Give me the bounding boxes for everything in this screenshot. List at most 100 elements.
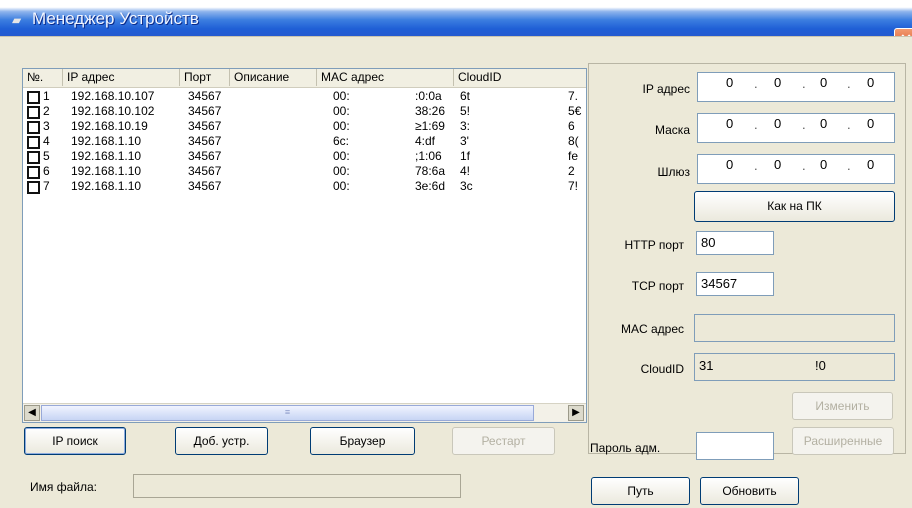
column-header-ip[interactable]: IP адрес <box>63 69 180 86</box>
change-button[interactable]: Изменить <box>792 392 893 420</box>
as-pc-button[interactable]: Как на ПК <box>694 191 895 222</box>
gateway-octet: 0 <box>820 157 828 172</box>
scroll-right-icon[interactable]: ▶ <box>568 405 584 421</box>
column-header-cloudid[interactable]: CloudID <box>454 69 586 86</box>
row-cloudid-start: 3: <box>460 119 471 133</box>
app-icon: ▰ <box>12 13 22 27</box>
row-mac-start: 00: <box>333 179 350 193</box>
list-header: №. IP адрес Порт Описание MAC адрес Clou… <box>23 69 586 88</box>
row-cloudid-start: 3' <box>460 134 469 148</box>
row-cloudid-start: 3c <box>460 179 473 193</box>
list-row[interactable]: 2 192.168.10.102 34567 00: 38:26 5! 5€ <box>23 104 586 119</box>
row-cloudid-end: 6 <box>568 119 575 133</box>
octet-separator: . <box>802 76 806 91</box>
http-port-label: HTTP порт <box>624 238 684 252</box>
row-mac-end: ;1:06 <box>415 149 442 163</box>
list-row[interactable]: 7 192.168.1.10 34567 00: 3e:6d 3c 7! <box>23 179 586 194</box>
row-checkbox[interactable] <box>27 136 40 149</box>
row-ip: 192.168.10.102 <box>71 104 155 118</box>
row-mac-end: 38:26 <box>415 104 446 118</box>
update-button[interactable]: Обновить <box>700 477 799 505</box>
row-checkbox[interactable] <box>27 181 40 194</box>
mask-octet: 0 <box>820 116 828 131</box>
octet-separator: . <box>847 76 851 91</box>
row-number: 5 <box>43 149 50 163</box>
row-mac-start: 6c: <box>333 134 350 148</box>
filename-field[interactable] <box>133 474 461 498</box>
title-bar[interactable]: ▰ Менеджер Устройств ✕ <box>0 0 912 50</box>
row-cloudid-start: 1f <box>460 149 471 163</box>
row-ip: 192.168.1.10 <box>71 164 142 178</box>
path-button[interactable]: Путь <box>591 477 690 505</box>
mac-address-field[interactable] <box>694 314 895 342</box>
filename-label: Имя файла: <box>30 480 97 494</box>
octet-separator: . <box>847 117 851 132</box>
row-cloudid-start: 4! <box>460 164 471 178</box>
column-header-description[interactable]: Описание <box>230 69 317 86</box>
cloudid-field[interactable]: 31 !0 <box>694 353 895 381</box>
list-row[interactable]: 5 192.168.1.10 34567 00: ;1:06 1f fe <box>23 149 586 164</box>
row-port: 34567 <box>188 149 222 163</box>
column-header-mac[interactable]: MAC адрес <box>317 69 454 86</box>
restart-button[interactable]: Рестарт <box>452 427 555 455</box>
mask-label: Маска <box>655 123 690 137</box>
scrollbar-thumb[interactable]: ≡ <box>41 405 534 421</box>
row-ip: 192.168.10.107 <box>71 89 155 103</box>
row-checkbox[interactable] <box>27 166 40 179</box>
row-ip: 192.168.1.10 <box>71 179 142 193</box>
gateway-octet: 0 <box>867 157 875 172</box>
device-list[interactable]: №. IP адрес Порт Описание MAC адрес Clou… <box>22 68 587 423</box>
row-checkbox[interactable] <box>27 91 40 104</box>
ip-octet: 0 <box>774 75 782 90</box>
cloudid-label: CloudID <box>640 362 684 376</box>
row-mac-end: 78:6a <box>415 164 446 178</box>
column-header-port[interactable]: Порт <box>180 69 230 86</box>
row-mac-end: ≥1:69 <box>415 119 445 133</box>
list-row[interactable]: 1 192.168.10.107 34567 00: :0:0a 6t 7. <box>23 89 586 104</box>
row-cloudid-start: 6t <box>460 89 471 103</box>
scroll-left-icon[interactable]: ◀ <box>24 405 40 421</box>
column-header-number[interactable]: №. <box>23 69 63 86</box>
list-row[interactable]: 3 192.168.10.19 34567 00: ≥1:69 3: 6 <box>23 119 586 134</box>
add-device-button[interactable]: Доб. устр. <box>175 427 268 455</box>
row-mac-end: 3e:6d <box>415 179 446 193</box>
gateway-octet: 0 <box>774 157 782 172</box>
row-mac-end: :0:0a <box>415 89 442 103</box>
row-checkbox[interactable] <box>27 106 40 119</box>
gateway-label: Шлюз <box>657 165 690 179</box>
row-number: 3 <box>43 119 50 133</box>
row-cloudid-start: 5! <box>460 104 471 118</box>
http-port-field[interactable]: 80 <box>696 231 774 255</box>
tcp-port-field[interactable]: 34567 <box>696 272 774 296</box>
horizontal-scrollbar[interactable]: ◀ ≡ ▶ <box>23 403 586 422</box>
row-number: 7 <box>43 179 50 193</box>
mac-address-label: MAC адрес <box>620 322 684 336</box>
row-cloudid-end: 8( <box>568 134 579 148</box>
row-port: 34567 <box>188 104 222 118</box>
row-number: 2 <box>43 104 50 118</box>
tcp-port-label: TCP порт <box>631 279 684 293</box>
row-ip: 192.168.1.10 <box>71 149 142 163</box>
row-checkbox[interactable] <box>27 151 40 164</box>
list-row[interactable]: 4 192.168.1.10 34567 6c: 4:df 3' 8( <box>23 134 586 149</box>
row-port: 34567 <box>188 179 222 193</box>
row-mac-end: 4:df <box>415 134 436 148</box>
row-number: 1 <box>43 89 50 103</box>
admin-password-field[interactable] <box>696 432 774 460</box>
list-row[interactable]: 6 192.168.1.10 34567 00: 78:6a 4! 2 <box>23 164 586 179</box>
ip-search-button[interactable]: IP поиск <box>24 427 126 455</box>
octet-separator: . <box>802 117 806 132</box>
window-title: Менеджер Устройств <box>32 9 199 28</box>
advanced-button[interactable]: Расширенные <box>792 427 894 455</box>
cloudid-value-start: 31 <box>699 358 714 373</box>
browser-button[interactable]: Браузер <box>310 427 415 455</box>
gateway-field[interactable]: 0 . 0 . 0 . 0 <box>697 154 895 184</box>
mask-octet: 0 <box>867 116 875 131</box>
row-cloudid-end: fe <box>568 149 579 163</box>
row-checkbox[interactable] <box>27 121 40 134</box>
mask-field[interactable]: 0 . 0 . 0 . 0 <box>697 113 895 143</box>
row-port: 34567 <box>188 134 222 148</box>
octet-separator: . <box>754 76 758 91</box>
ip-address-field[interactable]: 0 . 0 . 0 . 0 <box>697 72 895 102</box>
row-port: 34567 <box>188 119 222 133</box>
